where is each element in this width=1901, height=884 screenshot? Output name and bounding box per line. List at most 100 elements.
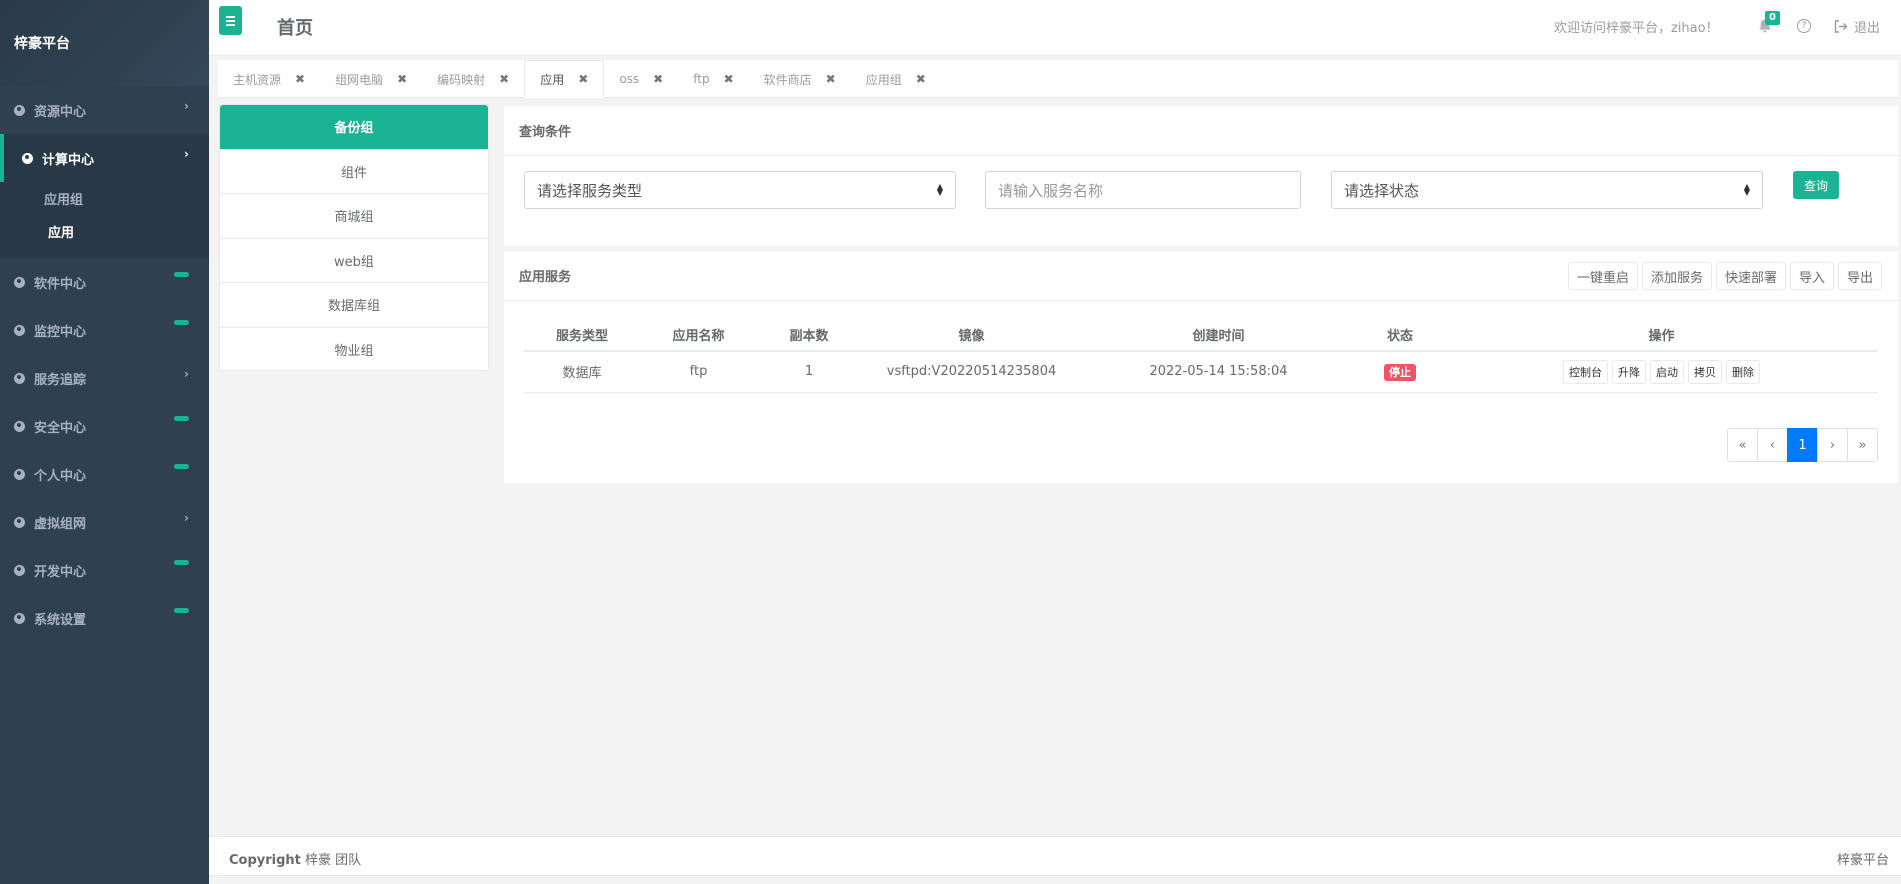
sidebar-item-label: 监控中心 bbox=[34, 324, 87, 340]
close-icon[interactable]: ✖ bbox=[499, 72, 509, 86]
logout-label: 退出 bbox=[1854, 21, 1881, 36]
group-item-web[interactable]: web组 bbox=[220, 239, 488, 283]
add-service-button[interactable]: 添加服务 bbox=[1641, 262, 1712, 290]
globe-icon bbox=[14, 468, 25, 480]
tab-ftp[interactable]: ftp ✖ bbox=[678, 60, 748, 98]
footer: Copyright 梓豪 团队 梓豪平台 bbox=[209, 836, 1901, 876]
page-current-button[interactable]: 1 bbox=[1787, 428, 1818, 462]
group-list: 备份组 组件 商城组 web组 数据库组 物业组 bbox=[219, 104, 489, 371]
menu-icon bbox=[226, 23, 235, 26]
status-select[interactable]: 请选择状态 ▲ ▼ bbox=[1331, 171, 1763, 209]
page-prev-button[interactable]: ‹ bbox=[1757, 428, 1788, 462]
menu-icon bbox=[226, 19, 235, 22]
sidebar-item-label: 资源中心 bbox=[34, 104, 87, 120]
status-pill bbox=[174, 560, 189, 565]
sidebar-item-label: 安全中心 bbox=[34, 420, 87, 436]
chevron-right-icon: › bbox=[184, 511, 189, 525]
hamburger-menu-button[interactable] bbox=[219, 6, 242, 35]
sidebar-item-virtual-network[interactable]: 虚拟组网 › bbox=[0, 498, 209, 546]
sidebar-subitem-app[interactable]: 应用 bbox=[0, 215, 209, 248]
close-icon[interactable]: ✖ bbox=[295, 72, 305, 86]
tab-label: 主机资源 bbox=[233, 72, 282, 87]
cell-operations: 控制台 升降 启动 拷贝 删除 bbox=[1445, 351, 1878, 393]
close-icon[interactable]: ✖ bbox=[916, 72, 926, 86]
service-name-input[interactable]: 请输入服务名称 bbox=[985, 171, 1301, 209]
query-button[interactable]: 查询 bbox=[1793, 171, 1839, 199]
sidebar-item-label: 个人中心 bbox=[34, 468, 87, 484]
close-icon[interactable]: ✖ bbox=[653, 72, 663, 86]
sidebar-item-security-center[interactable]: 安全中心 bbox=[0, 402, 209, 450]
sidebar-item-personal-center[interactable]: 个人中心 bbox=[0, 450, 209, 498]
tab-label: 应用 bbox=[540, 72, 565, 87]
page-last-button[interactable]: » bbox=[1847, 428, 1878, 462]
group-item-property[interactable]: 物业组 bbox=[220, 328, 488, 373]
tab-label: 组网电脑 bbox=[335, 72, 384, 87]
globe-icon bbox=[14, 516, 25, 528]
sidebar-item-service-trace[interactable]: 服务追踪 › bbox=[0, 354, 209, 402]
sidebar-item-label: 系统设置 bbox=[34, 612, 87, 628]
page-first-button[interactable]: « bbox=[1727, 428, 1758, 462]
status-pill bbox=[174, 416, 189, 421]
globe-icon bbox=[14, 420, 25, 432]
sidebar-item-compute-center[interactable]: 计算中心 › bbox=[0, 134, 209, 182]
tab-code-mapping[interactable]: 编码映射 ✖ bbox=[422, 60, 524, 98]
status-pill bbox=[174, 464, 189, 469]
sidebar: 梓豪平台 资源中心 › 计算中心 › 应用组 应用 软件中心 监控中心 服务追踪… bbox=[0, 0, 209, 884]
group-item-mall[interactable]: 商城组 bbox=[220, 194, 488, 239]
close-icon[interactable]: ✖ bbox=[397, 72, 407, 86]
sidebar-item-system-settings[interactable]: 系统设置 bbox=[0, 594, 209, 642]
page-next-button[interactable]: › bbox=[1817, 428, 1848, 462]
sidebar-subitem-app-group[interactable]: 应用组 bbox=[0, 182, 209, 215]
service-table: 服务类型 应用名称 副本数 镜像 创建时间 状态 操作 数据库 ftp 1 vs… bbox=[524, 319, 1878, 393]
sign-out-icon bbox=[1834, 20, 1848, 33]
help-icon[interactable]: ? bbox=[1797, 19, 1811, 33]
scale-button[interactable]: 升降 bbox=[1612, 359, 1646, 384]
page-title[interactable]: 首页 bbox=[277, 14, 313, 40]
globe-icon bbox=[14, 324, 25, 336]
start-button[interactable]: 启动 bbox=[1650, 359, 1684, 384]
column-header: 服务类型 bbox=[524, 319, 640, 352]
sidebar-item-resource-center[interactable]: 资源中心 › bbox=[0, 86, 209, 134]
tab-app[interactable]: 应用 ✖ bbox=[524, 60, 605, 98]
service-type-select[interactable]: 请选择服务类型 ▲ ▼ bbox=[524, 171, 956, 209]
status-badge: 停止 bbox=[1384, 363, 1416, 381]
sort-arrows-icon: ▲ ▼ bbox=[1743, 182, 1750, 197]
tab-oss[interactable]: oss ✖ bbox=[604, 60, 678, 98]
sidebar-item-label: 计算中心 bbox=[42, 152, 95, 168]
restart-all-button[interactable]: 一键重启 bbox=[1567, 262, 1638, 290]
globe-icon bbox=[14, 612, 25, 624]
sidebar-item-software-center[interactable]: 软件中心 bbox=[0, 258, 209, 306]
group-item-components[interactable]: 组件 bbox=[220, 150, 488, 194]
query-panel-title: 查询条件 bbox=[504, 106, 1898, 156]
welcome-text: 欢迎访问梓豪平台，zihao！ bbox=[1554, 21, 1719, 36]
close-icon[interactable]: ✖ bbox=[724, 72, 734, 86]
copy-button[interactable]: 拷贝 bbox=[1688, 359, 1722, 384]
group-item-database[interactable]: 数据库组 bbox=[220, 283, 488, 328]
tab-software-store[interactable]: 软件商店 ✖ bbox=[749, 60, 851, 98]
footer-copyright: Copyright 梓豪 团队 bbox=[229, 849, 361, 868]
export-button[interactable]: 导出 bbox=[1837, 262, 1882, 290]
table-header-row: 服务类型 应用名称 副本数 镜像 创建时间 状态 操作 bbox=[524, 319, 1878, 352]
query-panel: 查询条件 请选择服务类型 ▲ ▼ 请输入服务名称 请选择状态 ▲ ▼ 查询 bbox=[504, 106, 1898, 246]
globe-icon bbox=[14, 564, 25, 576]
close-icon[interactable]: ✖ bbox=[826, 72, 836, 86]
tab-network-pcs[interactable]: 组网电脑 ✖ bbox=[320, 60, 422, 98]
group-item-backup[interactable]: 备份组 bbox=[220, 105, 488, 150]
globe-icon bbox=[22, 152, 33, 164]
tab-host-resources[interactable]: 主机资源 ✖ bbox=[218, 60, 320, 98]
sidebar-item-label: 开发中心 bbox=[34, 564, 87, 580]
tab-label: 软件商店 bbox=[763, 72, 812, 87]
sidebar-item-dev-center[interactable]: 开发中心 bbox=[0, 546, 209, 594]
delete-button[interactable]: 删除 bbox=[1726, 359, 1760, 384]
sidebar-item-monitor-center[interactable]: 监控中心 bbox=[0, 306, 209, 354]
close-icon[interactable]: ✖ bbox=[578, 72, 588, 86]
chevron-right-icon: › bbox=[184, 99, 189, 113]
brand-logo[interactable]: 梓豪平台 bbox=[0, 0, 209, 86]
row-actions: 控制台 升降 启动 拷贝 删除 bbox=[1563, 359, 1760, 384]
import-button[interactable]: 导入 bbox=[1789, 262, 1834, 290]
quick-deploy-button[interactable]: 快速部署 bbox=[1715, 262, 1786, 290]
logout-button[interactable]: 退出 bbox=[1834, 17, 1880, 36]
console-button[interactable]: 控制台 bbox=[1563, 359, 1608, 384]
select-value: 请选择状态 bbox=[1344, 181, 1420, 200]
tab-app-group[interactable]: 应用组 ✖ bbox=[851, 60, 941, 98]
